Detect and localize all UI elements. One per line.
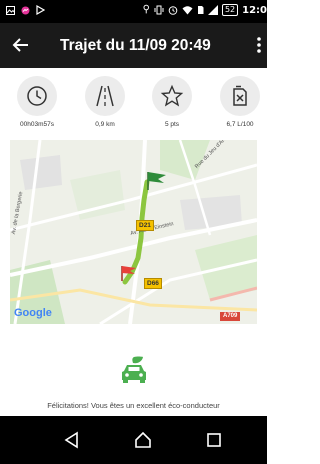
signal-icon bbox=[207, 5, 218, 15]
page-title: Trajet du 11/09 20:49 bbox=[60, 37, 211, 54]
star-icon bbox=[160, 84, 184, 107]
navigation-bar bbox=[0, 416, 267, 464]
wifi-icon bbox=[182, 6, 193, 15]
clock-icon bbox=[27, 86, 47, 106]
image-icon bbox=[6, 5, 15, 15]
start-flag-icon bbox=[121, 266, 136, 281]
vibrate-icon bbox=[154, 5, 164, 15]
battery-icon: 52 bbox=[221, 4, 239, 16]
stat-consumption-label: 6,7 L/100 bbox=[226, 121, 254, 128]
stat-consumption-circle bbox=[220, 76, 260, 116]
battery-level: 52 bbox=[224, 5, 236, 14]
stat-distance-circle bbox=[85, 76, 125, 116]
screen: ⚲ 52 12:0 Trajet du 11/09 20:49 00h03m57… bbox=[0, 0, 267, 464]
end-flag-icon bbox=[147, 172, 166, 190]
stat-duration-circle bbox=[17, 76, 57, 116]
road-shield-a709: A709 bbox=[220, 312, 241, 321]
eco-car-icon bbox=[122, 356, 146, 383]
stat-distance: 0,9 km bbox=[79, 76, 131, 134]
fuel-icon bbox=[233, 85, 247, 106]
play-icon bbox=[36, 5, 45, 15]
arrow-left-icon[interactable] bbox=[10, 34, 32, 56]
road-shield-d66: D66 bbox=[144, 278, 162, 289]
road-icon bbox=[96, 85, 114, 107]
trip-stats: 00h03m57s 0,9 km 5 pts 6,7 L/100 bbox=[0, 68, 267, 138]
recents-icon[interactable] bbox=[204, 430, 224, 450]
home-icon[interactable] bbox=[133, 430, 153, 450]
notification-icons bbox=[6, 5, 45, 15]
stat-points: 5 pts bbox=[146, 76, 198, 134]
messenger-icon bbox=[21, 6, 30, 14]
eco-message: Félicitations! Vous êtes un excellent éc… bbox=[47, 401, 220, 410]
google-logo: Google bbox=[14, 307, 52, 319]
stat-distance-label: 0,9 km bbox=[95, 121, 115, 128]
app-bar: Trajet du 11/09 20:49 bbox=[0, 23, 267, 68]
stat-points-label: 5 pts bbox=[164, 121, 180, 128]
stat-points-circle bbox=[152, 76, 192, 116]
system-icons: ⚲ 52 12:0 bbox=[143, 4, 267, 16]
trip-map[interactable]: Av. de la Bergerie Rue du Jeu d'Arc Av. … bbox=[10, 140, 257, 324]
stat-consumption: 6,7 L/100 bbox=[214, 76, 266, 134]
alarm-icon bbox=[168, 6, 178, 15]
stat-duration: 00h03m57s bbox=[11, 76, 63, 134]
status-bar: ⚲ 52 12:0 bbox=[0, 0, 267, 23]
sim-icon bbox=[197, 6, 204, 14]
more-vertical-icon[interactable] bbox=[255, 35, 263, 55]
stat-duration-label: 00h03m57s bbox=[20, 121, 54, 128]
location-icon: ⚲ bbox=[142, 4, 150, 15]
back-icon[interactable] bbox=[62, 430, 82, 450]
clock-time: 12:0 bbox=[242, 4, 267, 16]
road-shield-d21: D21 bbox=[136, 220, 154, 231]
